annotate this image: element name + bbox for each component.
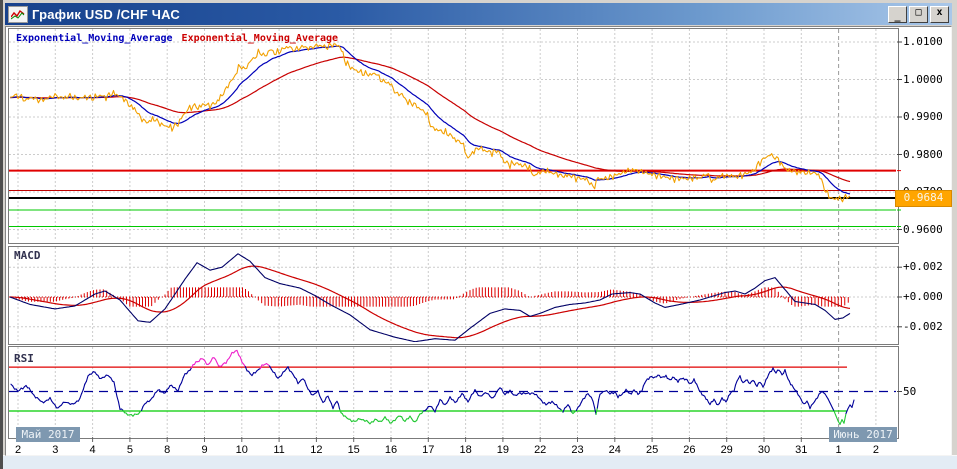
ema-legend: Exponential_Moving_Average Exponential_M…: [16, 33, 338, 44]
month-badge-may: Май 2017: [16, 427, 80, 442]
current-price-badge: 0.9684: [895, 190, 952, 207]
ema-slow-label: Exponential_Moving_Average: [182, 33, 339, 44]
macd-label: MACD: [14, 249, 41, 262]
month-badge-june: Июнь 2017: [829, 427, 897, 442]
ema-fast-label: Exponential_Moving_Average: [16, 33, 173, 44]
chart-canvas: [0, 0, 957, 469]
rsi-label: RSI: [14, 352, 34, 365]
chart-window: График USD /CHF ЧАС _ □ x Exponential_Mo…: [0, 0, 957, 469]
